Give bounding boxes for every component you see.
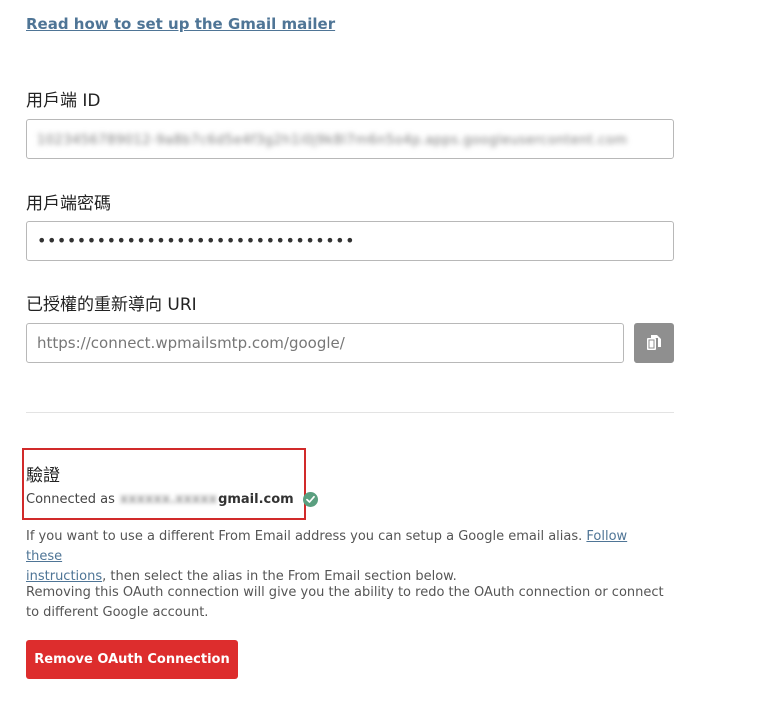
email-local-part: xxxxxx.xxxxx [119, 492, 218, 507]
alias-note-text-after: , then select the alias in the From Emai… [102, 569, 457, 584]
client-secret-value: •••••••••••••••••••••••••••••••• [37, 231, 355, 250]
client-id-value: 1023456789012-9a8b7c6d5e4f3g2h1i0j9k8l7m… [37, 133, 628, 148]
client-secret-input[interactable]: •••••••••••••••••••••••••••••••• [26, 221, 674, 261]
remove-note: Removing this OAuth connection will give… [26, 585, 664, 620]
alias-note: If you want to use a different From Emai… [26, 527, 666, 587]
connected-prefix: Connected as [26, 492, 115, 507]
gmail-mailer-settings: Read how to set up the Gmail mailer 用戶端 … [0, 0, 760, 702]
follow-instructions-link-cont[interactable]: instructions [26, 569, 102, 584]
section-divider [26, 412, 674, 413]
connected-status: Connected as xxxxxx.xxxxx gmail.com [26, 492, 318, 507]
gmail-setup-doc-link[interactable]: Read how to set up the Gmail mailer [26, 15, 335, 33]
copy-icon [647, 334, 661, 350]
copy-redirect-uri-button[interactable] [634, 323, 674, 363]
redirect-uri-input[interactable]: https://connect.wpmailsmtp.com/google/ [26, 323, 624, 363]
redirect-uri-label: 已授權的重新導向 URI [26, 295, 197, 315]
check-circle-icon [302, 492, 318, 507]
client-id-label: 用戶端 ID [26, 91, 101, 111]
redirect-uri-value: https://connect.wpmailsmtp.com/google/ [37, 334, 345, 352]
alias-note-text: If you want to use a different From Emai… [26, 529, 583, 544]
email-domain: gmail.com [218, 492, 294, 507]
client-secret-label: 用戶端密碼 [26, 194, 111, 214]
auth-title: 驗證 [26, 466, 60, 486]
remove-oauth-button[interactable]: Remove OAuth Connection [26, 640, 238, 679]
auth-highlight-box [22, 448, 306, 520]
client-id-input[interactable]: 1023456789012-9a8b7c6d5e4f3g2h1i0j9k8l7m… [26, 119, 674, 159]
